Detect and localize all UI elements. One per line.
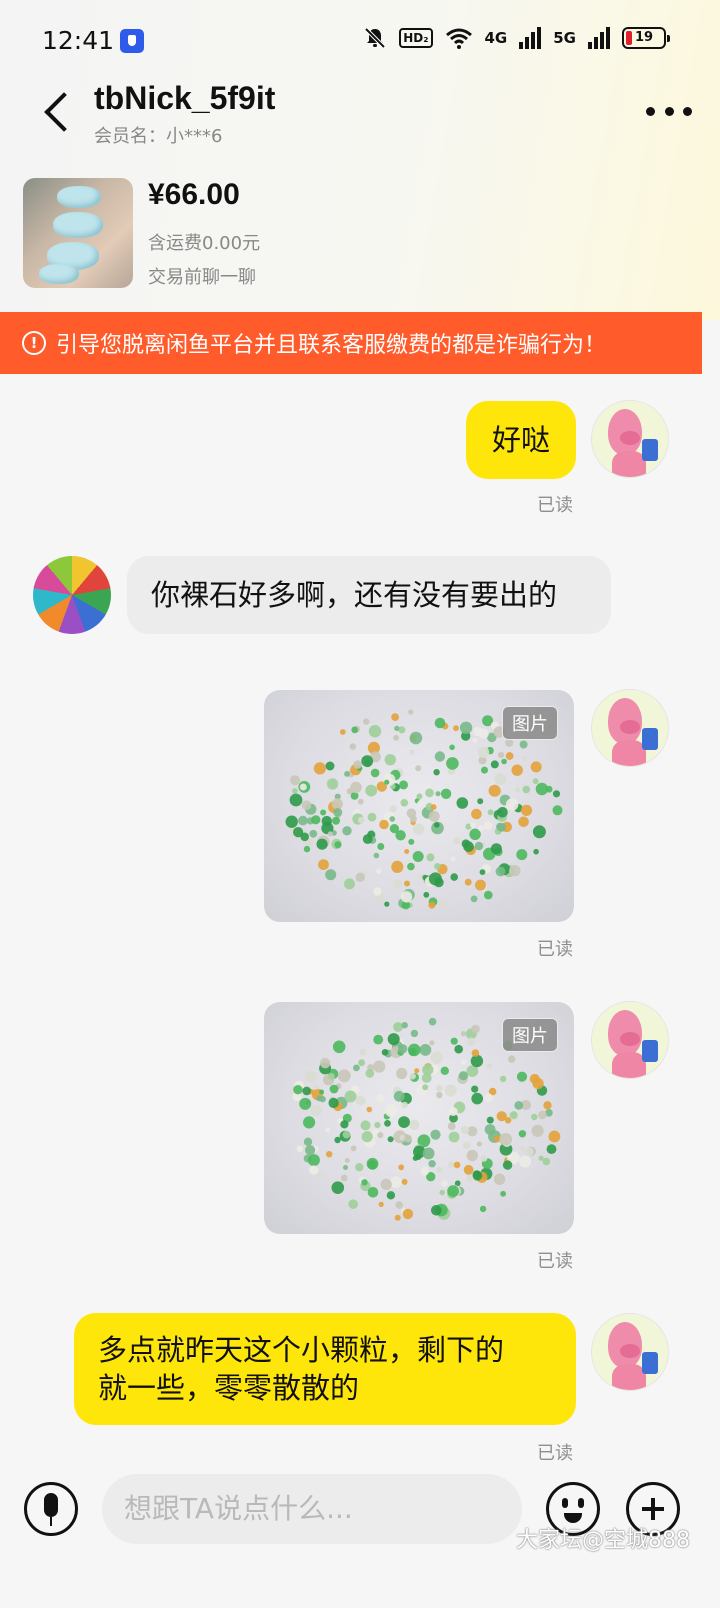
message-line: 就一些，零零散散的 [98, 1371, 360, 1405]
read-status: 已读 [537, 1251, 573, 1272]
read-status: 已读 [537, 495, 573, 516]
photo-message[interactable]: 图片 [264, 690, 574, 922]
microphone-icon[interactable] [24, 1482, 78, 1536]
flashlight-icon [120, 29, 144, 53]
signal-4g-bars-icon [519, 27, 542, 49]
warning-text: 引导您脱离闲鱼平台并且联系客服缴费的都是诈骗行为！ [56, 333, 607, 358]
my-avatar[interactable] [591, 689, 669, 767]
signal-4g-label: 4G [484, 29, 508, 47]
fraud-warning-banner: ! 引导您脱离闲鱼平台并且联系客服缴费的都是诈骗行为！ [0, 312, 702, 374]
photo-message[interactable]: 图片 [264, 1002, 574, 1234]
photo-badge: 图片 [502, 706, 558, 740]
my-avatar[interactable] [591, 1001, 669, 1079]
mute-bell-icon [364, 27, 386, 49]
status-time: 12:41 [42, 26, 115, 55]
read-status: 已读 [537, 939, 573, 960]
chat-title: tbNick_5f9it [94, 80, 276, 116]
wifi-icon [445, 28, 472, 49]
signal-5g-label: 5G [553, 29, 576, 47]
message-input[interactable]: 想跟TA说点什么... [102, 1474, 522, 1544]
more-options-icon[interactable] [646, 96, 692, 126]
contact-message-bubble[interactable]: 你裸石好多啊，还有没有要出的 [127, 556, 611, 634]
back-icon[interactable] [36, 92, 76, 132]
battery-icon: 19 [622, 27, 670, 49]
my-avatar[interactable] [591, 400, 669, 478]
product-shipping: 含运费0.00元 [148, 233, 261, 254]
my-avatar[interactable] [591, 1313, 669, 1391]
photo-badge: 图片 [502, 1018, 558, 1052]
product-price: ¥66.00 [148, 178, 240, 211]
message-line: 多点就昨天这个小颗粒，剩下的 [98, 1333, 505, 1367]
hd-icon: HD₂ [399, 28, 433, 48]
contact-avatar[interactable] [33, 556, 111, 634]
product-thumbnail[interactable] [23, 178, 133, 288]
member-name: 会员名：小***6 [94, 126, 223, 147]
warning-icon: ! [22, 331, 46, 355]
my-message-bubble[interactable]: 好哒 [466, 401, 576, 479]
product-note: 交易前聊一聊 [148, 267, 256, 288]
status-bar: 12:41 HD₂ 4G 5G 19 [0, 0, 720, 82]
signal-5g-bars-icon [588, 27, 610, 49]
status-icons: HD₂ 4G 5G 19 [363, 26, 670, 50]
my-message-bubble[interactable]: 多点就昨天这个小颗粒，剩下的 就一些，零零散散的 [74, 1313, 576, 1425]
watermark: 大家坛@空城888 [516, 1528, 690, 1553]
